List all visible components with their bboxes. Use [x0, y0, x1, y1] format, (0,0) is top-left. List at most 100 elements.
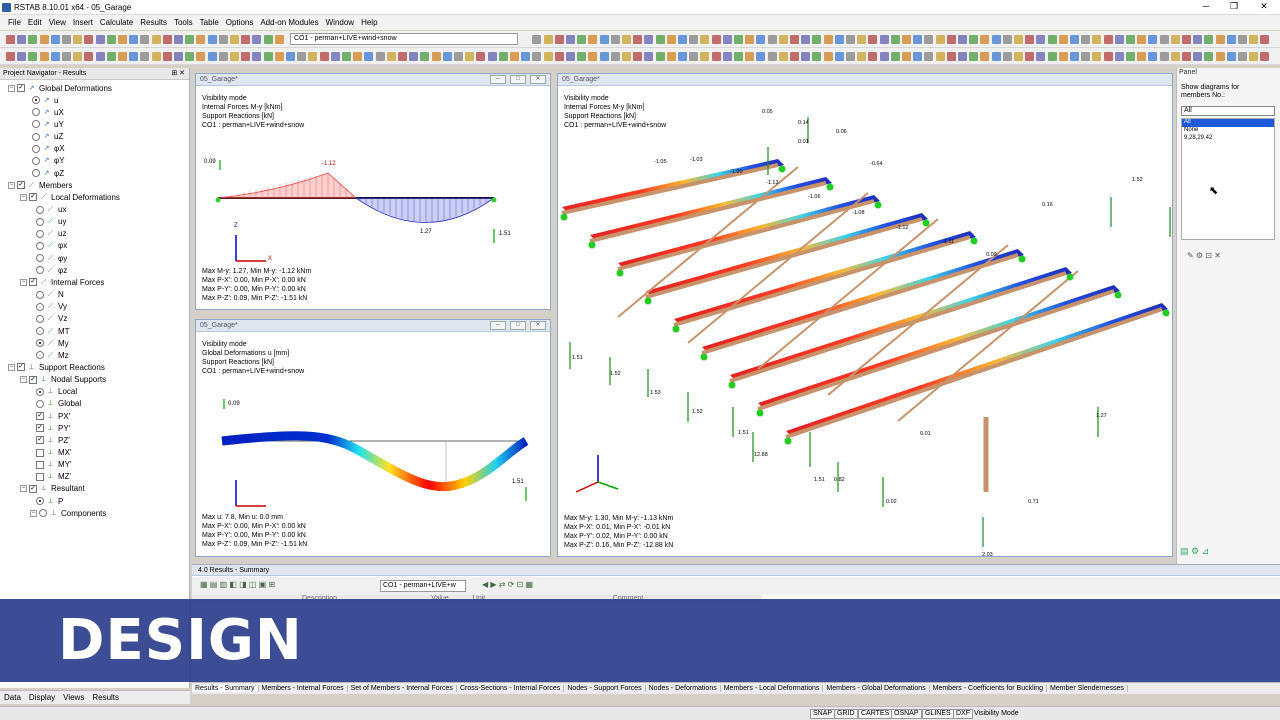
toolbar-tool-icon[interactable] [790, 35, 799, 44]
toolbar-tool-icon[interactable] [543, 35, 553, 44]
toolbar-tool-icon[interactable] [577, 52, 587, 61]
toolbar-tool-icon[interactable] [991, 52, 1001, 61]
toolbar-tool-icon[interactable] [1002, 35, 1012, 44]
toolbar-tool-icon[interactable] [958, 35, 967, 44]
menu-results[interactable]: Results [140, 18, 167, 27]
results-tab[interactable]: Members - Local Deformations [721, 685, 824, 692]
toolbar-tool-icon[interactable] [252, 35, 262, 44]
tree-item[interactable]: ⟋ N [36, 289, 64, 301]
toolbar-tool-icon[interactable] [890, 35, 900, 44]
toolbar-tool-icon[interactable] [17, 35, 27, 44]
menu-table[interactable]: Table [200, 18, 219, 27]
toolbar-tool-icon[interactable] [946, 35, 956, 44]
toolbar-tool-icon[interactable] [62, 52, 71, 61]
toolbar-tool-icon[interactable] [1092, 52, 1102, 61]
toolbar-tool-icon[interactable] [644, 35, 654, 44]
toolbar-tool-icon[interactable] [588, 35, 598, 44]
toolbar-tool-icon[interactable] [118, 35, 127, 44]
toolbar-tool-icon[interactable] [1215, 52, 1225, 61]
results-tab[interactable]: Set of Members - Internal Forces [348, 685, 457, 692]
toolbar-tool-icon[interactable] [734, 52, 743, 61]
toolbar-tool-icon[interactable] [84, 52, 94, 61]
tree-item[interactable]: ⟋ φz [36, 264, 67, 276]
tree-item[interactable]: ✓ ⊥ PX' [36, 410, 70, 422]
toolbar-tool-icon[interactable] [50, 35, 60, 44]
minimize-button[interactable]: ─ [490, 321, 506, 330]
members-list[interactable]: All None 9,28,29,42 [1181, 118, 1275, 240]
glines-toggle[interactable]: GLINES [922, 709, 954, 719]
toolbar-tool-icon[interactable] [935, 52, 945, 61]
radio-button[interactable] [36, 339, 44, 348]
tree-item[interactable]: ⟋ ux [36, 204, 66, 216]
toolbar-tool-icon[interactable] [834, 52, 844, 61]
results-tab[interactable]: Members - Internal Forces [259, 685, 348, 692]
toolbar-tool-icon[interactable] [689, 52, 699, 61]
minimize-button[interactable]: ─ [490, 75, 506, 84]
toolbar-tool-icon[interactable] [924, 52, 934, 61]
toolbar-tool-icon[interactable] [1182, 35, 1191, 44]
checkbox[interactable]: ✓ [36, 412, 44, 421]
navigation-icons[interactable]: ◀ ▶ ⇄ ⟳ ⊡ ▦ [482, 580, 533, 589]
radio-button[interactable] [36, 399, 44, 408]
radio-button[interactable] [36, 387, 44, 396]
panel-tool-icons[interactable]: ✎ ⚙ ⊡ ✕ [1187, 251, 1221, 260]
toolbar-tool-icon[interactable] [857, 52, 867, 61]
toolbar-tool-icon[interactable] [1182, 52, 1191, 61]
toolbar-tool-icon[interactable] [118, 52, 127, 61]
toolbar-tool-icon[interactable] [711, 52, 721, 61]
results-tab[interactable]: Nodes - Deformations [646, 685, 721, 692]
toolbar-tool-icon[interactable] [73, 35, 83, 44]
toolbar-tool-icon[interactable] [1215, 35, 1225, 44]
maximize-button[interactable]: □ [510, 321, 526, 330]
menu-file[interactable]: File [8, 18, 21, 27]
toolbar-tool-icon[interactable] [1193, 35, 1203, 44]
toolbar-tool-icon[interactable] [252, 52, 262, 61]
radio-button[interactable] [36, 351, 44, 360]
toolbar-tool-icon[interactable] [398, 52, 407, 61]
toolbar-tool-icon[interactable] [1260, 52, 1270, 61]
toolbar-tool-icon[interactable] [342, 52, 351, 61]
toolbar-tool-icon[interactable] [1159, 35, 1169, 44]
expand-icon[interactable]: − [20, 376, 27, 384]
close-button[interactable]: ✕ [530, 75, 546, 84]
toolbar-tool-icon[interactable] [39, 35, 49, 44]
toolbar-tool-icon[interactable] [1148, 52, 1158, 61]
toolbar-tool-icon[interactable] [510, 52, 519, 61]
toolbar-tool-icon[interactable] [1025, 52, 1035, 61]
toolbar-tool-icon[interactable] [1047, 35, 1057, 44]
toolbar-tool-icon[interactable] [50, 52, 60, 61]
toolbar-tool-icon[interactable] [1014, 52, 1023, 61]
checkbox[interactable] [36, 460, 44, 469]
dxf-toggle[interactable]: DXF [953, 709, 973, 719]
tree-item[interactable]: ⟋ My [36, 337, 69, 349]
toolbar-tool-icon[interactable] [420, 52, 430, 61]
toolbar-tool-icon[interactable] [263, 52, 273, 61]
toolbar-tool-icon[interactable] [1249, 52, 1259, 61]
toolbar-tool-icon[interactable] [465, 52, 475, 61]
checkbox[interactable]: ✓ [29, 484, 37, 493]
expand-icon[interactable]: − [8, 363, 15, 371]
tab-views[interactable]: Views [63, 693, 84, 702]
toolbar-tool-icon[interactable] [375, 52, 385, 61]
toolbar-tool-icon[interactable] [1058, 35, 1068, 44]
tree-item[interactable]: ⟋ Vz [36, 313, 67, 325]
toolbar-tool-icon[interactable] [879, 35, 889, 44]
toolbar-tool-icon[interactable] [689, 35, 699, 44]
maximize-button[interactable]: □ [510, 75, 526, 84]
toolbar-tool-icon[interactable] [1159, 52, 1169, 61]
radio-button[interactable] [36, 314, 44, 323]
menu-tools[interactable]: Tools [174, 18, 193, 27]
toolbar-tool-icon[interactable] [297, 52, 307, 61]
list-item[interactable]: None [1182, 127, 1274, 135]
toolbar-tool-icon[interactable] [532, 52, 542, 61]
toolbar-tool-icon[interactable] [1114, 35, 1124, 44]
toolbar-tool-icon[interactable] [1058, 52, 1068, 61]
tree-item[interactable]: ↗ φY [32, 155, 65, 167]
tree-item[interactable]: − ✓ ⊥ Resultant [20, 483, 85, 495]
checkbox[interactable] [36, 448, 44, 457]
toolbar-tool-icon[interactable] [935, 35, 945, 44]
toolbar-tool-icon[interactable] [129, 35, 139, 44]
toolbar-tool-icon[interactable] [890, 52, 900, 61]
toolbar-tool-icon[interactable] [834, 35, 844, 44]
menu-options[interactable]: Options [226, 18, 254, 27]
